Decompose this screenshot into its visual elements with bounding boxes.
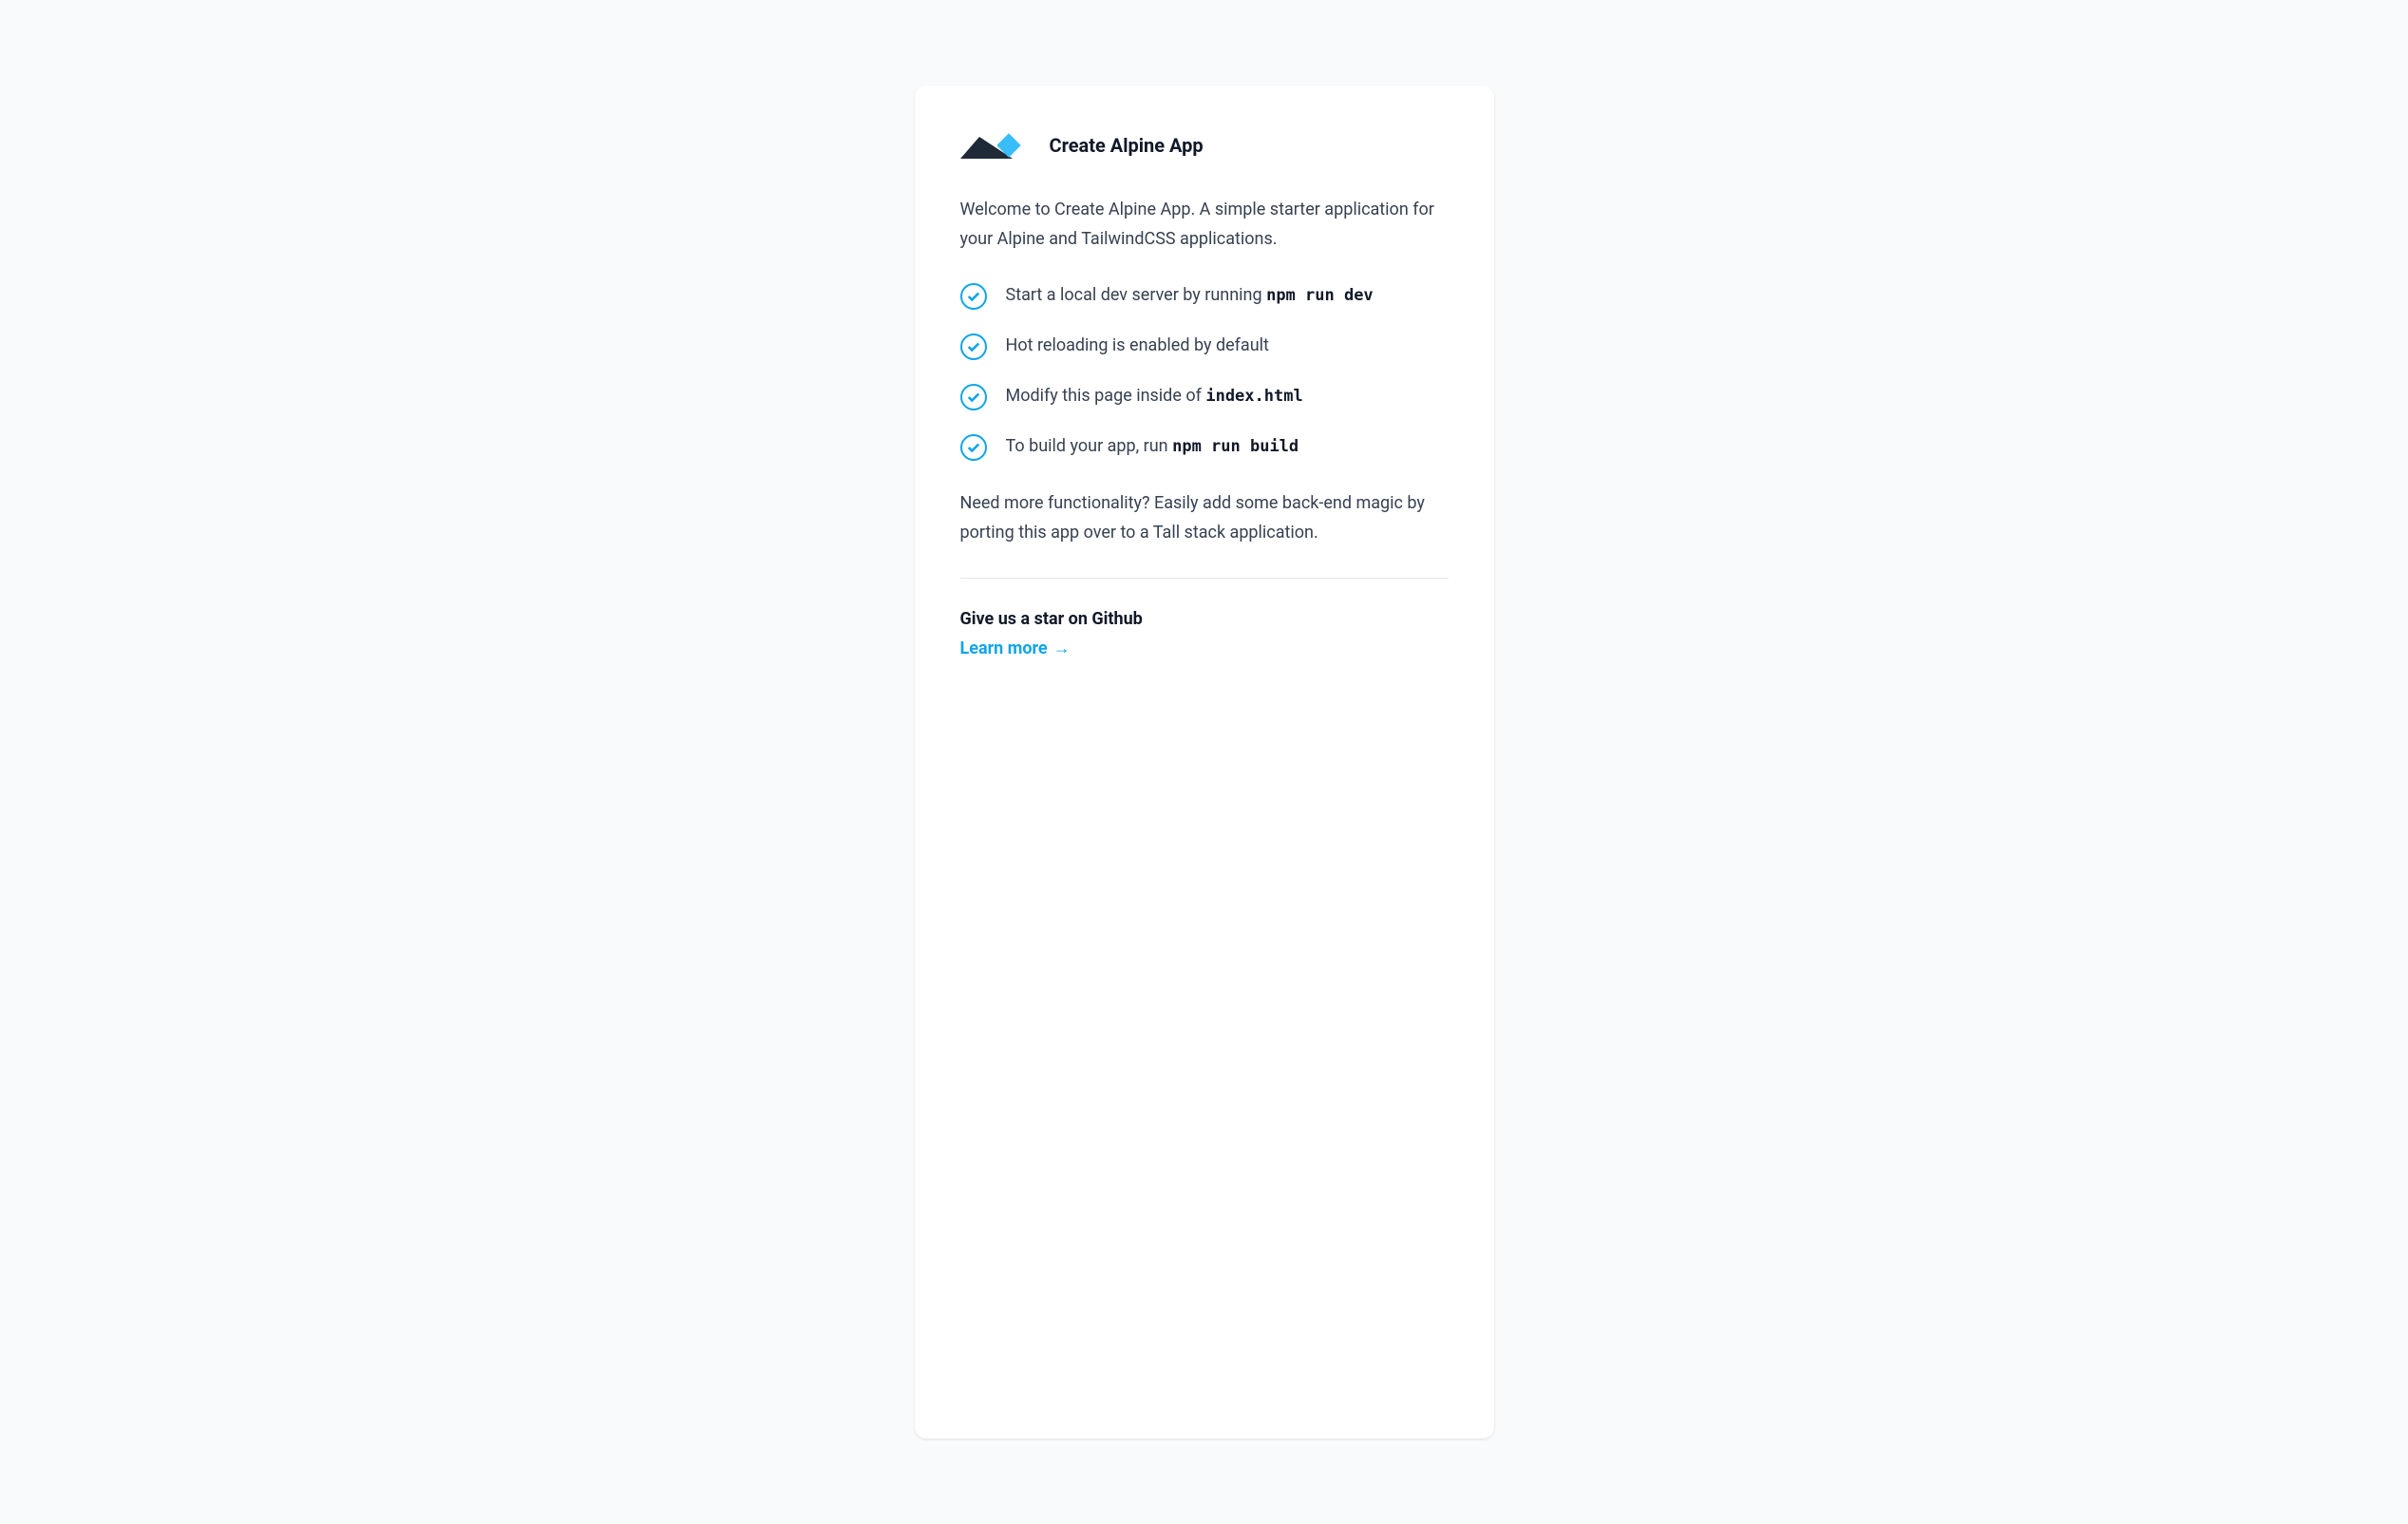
code-snippet: index.html [1205,387,1302,406]
list-item: To build your app, run npm run build [960,433,1449,461]
list-item: Modify this page inside of index.html [960,383,1449,410]
check-circle-icon [960,283,987,310]
welcome-card: Create Alpine App Welcome to Create Alpi… [915,86,1494,1438]
list-item: Start a local dev server by running npm … [960,282,1449,310]
feature-text: Modify this page inside of index.html [1006,383,1303,410]
feature-text: Hot reloading is enabled by default [1006,333,1269,360]
check-circle-icon [960,384,987,410]
cta-link-label: Learn more [960,638,1048,658]
feature-text: Start a local dev server by running npm … [1006,282,1374,310]
cta-heading: Give us a star on Github [960,609,1449,629]
arrow-right-icon: → [1053,638,1071,658]
divider [960,578,1449,579]
alpine-logo-icon [960,131,1027,160]
feature-text: To build your app, run npm run build [1006,433,1299,461]
intro-text: Welcome to Create Alpine App. A simple s… [960,196,1449,254]
learn-more-link[interactable]: Learn more → [960,638,1071,658]
card-title: Create Alpine App [1050,134,1204,157]
card-header: Create Alpine App [960,131,1449,160]
check-circle-icon [960,434,987,461]
code-snippet: npm run dev [1266,286,1374,305]
outro-text: Need more functionality? Easily add some… [960,489,1449,547]
code-snippet: npm run build [1172,437,1299,456]
features-list: Start a local dev server by running npm … [960,282,1449,461]
check-circle-icon [960,333,987,360]
list-item: Hot reloading is enabled by default [960,333,1449,360]
